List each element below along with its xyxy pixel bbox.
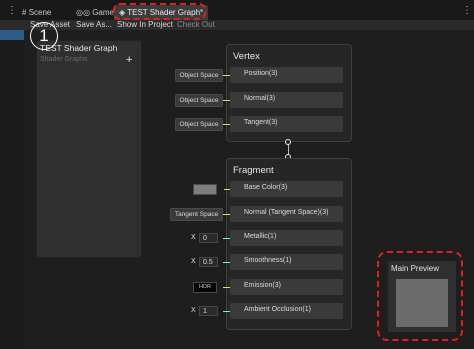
editor-tab-bar [0,0,474,20]
vertex-normal-space-input[interactable]: Object Space [175,94,223,107]
base-color-swatch[interactable] [193,184,217,195]
game-controller-icon: ◎◎ [76,8,90,17]
metallic-slot[interactable]: Metallic(1) [230,230,343,246]
save-as-button[interactable]: Save As... [76,20,112,30]
ambient-occlusion-value-field[interactable]: 1 [199,306,218,316]
left-panel-selected-row[interactable] [0,30,24,40]
metallic-value-field[interactable]: 0 [199,233,218,243]
blackboard-add-button[interactable]: + [126,54,132,66]
metallic-axis-label: X [191,234,196,241]
scene-grid-icon: # [22,8,27,17]
left-panel-strip [0,30,24,349]
ambient-occlusion-label: Ambient Occlusion(1) [244,306,311,313]
ambient-occlusion-axis-label: X [191,307,196,314]
shader-graph-toolbar [0,20,474,30]
tab-scene[interactable]: # Scene [22,5,51,20]
blackboard-subtitle: Shader Graphs [40,56,88,63]
base-color-label: Base Color(3) [244,184,288,191]
vertex-normal-label: Normal(3) [244,95,276,102]
tab-game[interactable]: ◎◎ Game [76,5,114,20]
ambient-occlusion-slot[interactable]: Ambient Occlusion(1) [230,303,343,319]
vertex-position-space-input[interactable]: Object Space [175,69,223,82]
fragment-block-title: Fragment [233,165,274,176]
window-options-menu-icon[interactable]: ⋮ [462,5,472,16]
normal-tangent-label: Normal (Tangent Space)(3) [244,209,329,216]
emission-label: Emission(3) [244,282,281,289]
annotation-number-badge: 1 [30,22,58,50]
vertex-tangent-slot[interactable]: Tangent(3) [230,116,343,132]
show-in-project-button[interactable]: Show In Project [117,20,173,30]
blackboard-panel[interactable] [36,40,142,258]
check-out-button[interactable]: Check Out [177,20,215,30]
normal-tangent-space-input[interactable]: Tangent Space [170,208,223,221]
smoothness-axis-label: X [191,258,196,265]
annotation-highlight-preview [377,251,463,341]
vertex-block-title: Vertex [233,51,260,62]
vertex-tangent-space-input[interactable]: Object Space [175,118,223,131]
tab-scene-label: Scene [28,8,52,17]
smoothness-slot[interactable]: Smoothness(1) [230,254,343,270]
vertex-stack-out-port[interactable] [285,139,291,145]
tab-options-menu-icon[interactable]: ⋮ [7,5,17,16]
tab-game-label: Game [92,8,114,17]
base-color-slot[interactable]: Base Color(3) [230,181,343,197]
emission-hdr-color-field[interactable]: HDR [193,282,217,293]
vertex-position-slot[interactable]: Position(3) [230,67,343,83]
smoothness-value-field[interactable]: 0.5 [199,257,218,267]
vertex-position-label: Position(3) [244,70,278,77]
metallic-label: Metallic(1) [244,233,277,240]
normal-tangent-slot[interactable]: Normal (Tangent Space)(3) [230,206,343,222]
vertex-normal-slot[interactable]: Normal(3) [230,92,343,108]
emission-slot[interactable]: Emission(3) [230,279,343,295]
smoothness-label: Smoothness(1) [244,257,292,264]
annotation-highlight-tab [113,3,206,20]
vertex-tangent-label: Tangent(3) [244,119,278,126]
